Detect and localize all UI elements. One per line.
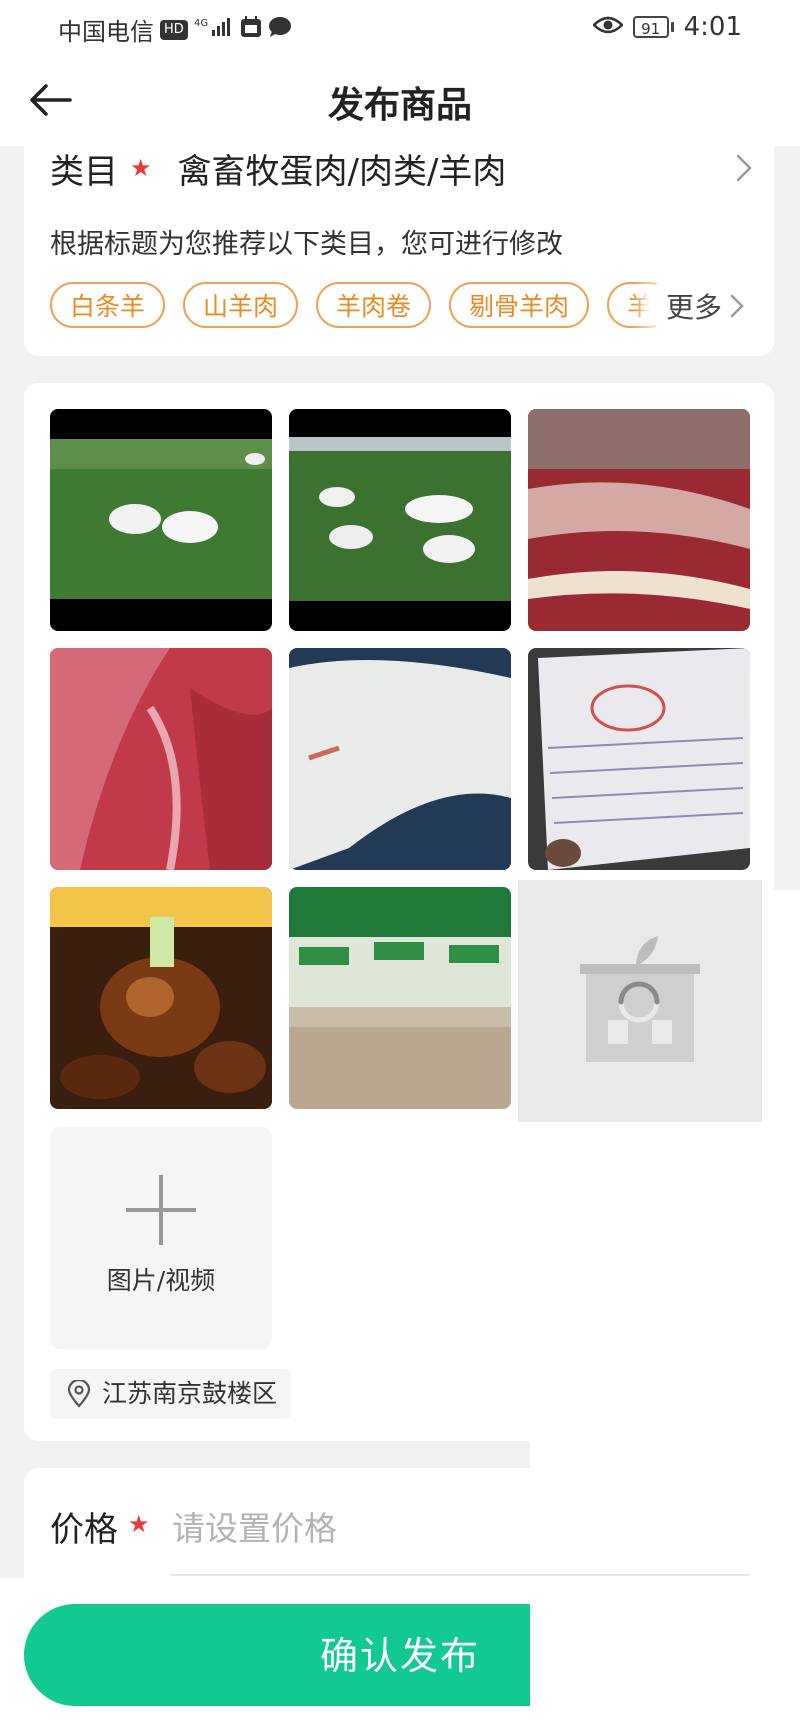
status-left: 中国电信 HD 4G (58, 12, 292, 47)
carrier-label: 中国电信 (58, 18, 154, 46)
photo-thumbnail-lamb-ribs[interactable] (528, 409, 750, 631)
loading-placeholder-icon (580, 936, 700, 1062)
category-card: 类目 ★ 禽畜牧蛋肉/肉类/羊肉 根据标题为您推荐以下类目，您可进行修改 白条羊… (24, 134, 774, 356)
location-pin-icon (67, 1380, 91, 1408)
location-chip[interactable]: 江苏南京鼓楼区 (50, 1369, 292, 1419)
tag-chip[interactable]: 剔骨羊肉 (449, 282, 590, 328)
photo-thumbnail-goats-field[interactable] (50, 409, 272, 631)
battery-level: 91 (632, 16, 669, 38)
signal-icon: 4G (194, 16, 234, 44)
tag-chip[interactable]: 山羊肉 (183, 282, 299, 328)
add-media-label: 图片/视频 (106, 1266, 216, 1295)
photo-thumbnail-gift-boxes[interactable] (289, 887, 511, 1109)
bottom-bar: 确认发布 (0, 1578, 800, 1733)
required-star: ★ (128, 1510, 150, 1538)
message-icon (268, 16, 292, 44)
required-star: ★ (130, 154, 152, 182)
status-bar: 中国电信 HD 4G 91 4:01 (0, 0, 800, 56)
price-input[interactable] (170, 1492, 754, 1564)
photo-thumbnail-whole-lamb[interactable] (289, 648, 511, 870)
chevron-right-icon (736, 154, 752, 182)
category-label: 类目 (50, 151, 118, 192)
price-underline (170, 1574, 750, 1576)
more-label: 更多 (665, 291, 722, 324)
photo-thumbnail-braised-dish[interactable] (50, 887, 272, 1109)
location-label: 江苏南京鼓楼区 (102, 1379, 278, 1408)
price-label: 价格 (50, 1510, 118, 1550)
category-value: 禽畜牧蛋肉/肉类/羊肉 (177, 151, 507, 192)
chevron-right-icon (730, 294, 744, 318)
eye-icon (591, 12, 624, 42)
tag-chip[interactable]: 白条羊 (50, 282, 166, 328)
photo-thumbnail-quarantine-certificate[interactable] (528, 648, 750, 870)
status-right: 91 4:01 (591, 12, 742, 42)
loading-image-placeholder (518, 880, 762, 1122)
tag-chip[interactable]: 羊肉卷 (316, 282, 432, 328)
category-hint: 根据标题为您推荐以下类目，您可进行修改 (50, 229, 563, 260)
header: 发布商品 (0, 56, 800, 146)
photo-thumbnail-goat-herd[interactable] (289, 409, 511, 631)
network-label: 4G (194, 18, 208, 29)
hd-badge: HD (160, 19, 188, 40)
calendar-icon (240, 15, 262, 44)
clock: 4:01 (683, 12, 742, 42)
add-media-button[interactable]: 图片/视频 (50, 1127, 272, 1349)
category-row[interactable]: 类目 ★ 禽畜牧蛋肉/肉类/羊肉 (50, 144, 770, 192)
page-title: 发布商品 (327, 85, 472, 126)
overlay-patch (530, 1578, 800, 1733)
more-tags-button[interactable]: 更多 (655, 284, 746, 328)
plus-icon (126, 1175, 196, 1245)
category-tags: 白条羊 山羊肉 羊肉卷 剔骨羊肉 羊 (50, 282, 750, 332)
battery-icon: 91 (632, 16, 674, 38)
photo-thumbnail-mutton-closeup[interactable] (50, 648, 272, 870)
